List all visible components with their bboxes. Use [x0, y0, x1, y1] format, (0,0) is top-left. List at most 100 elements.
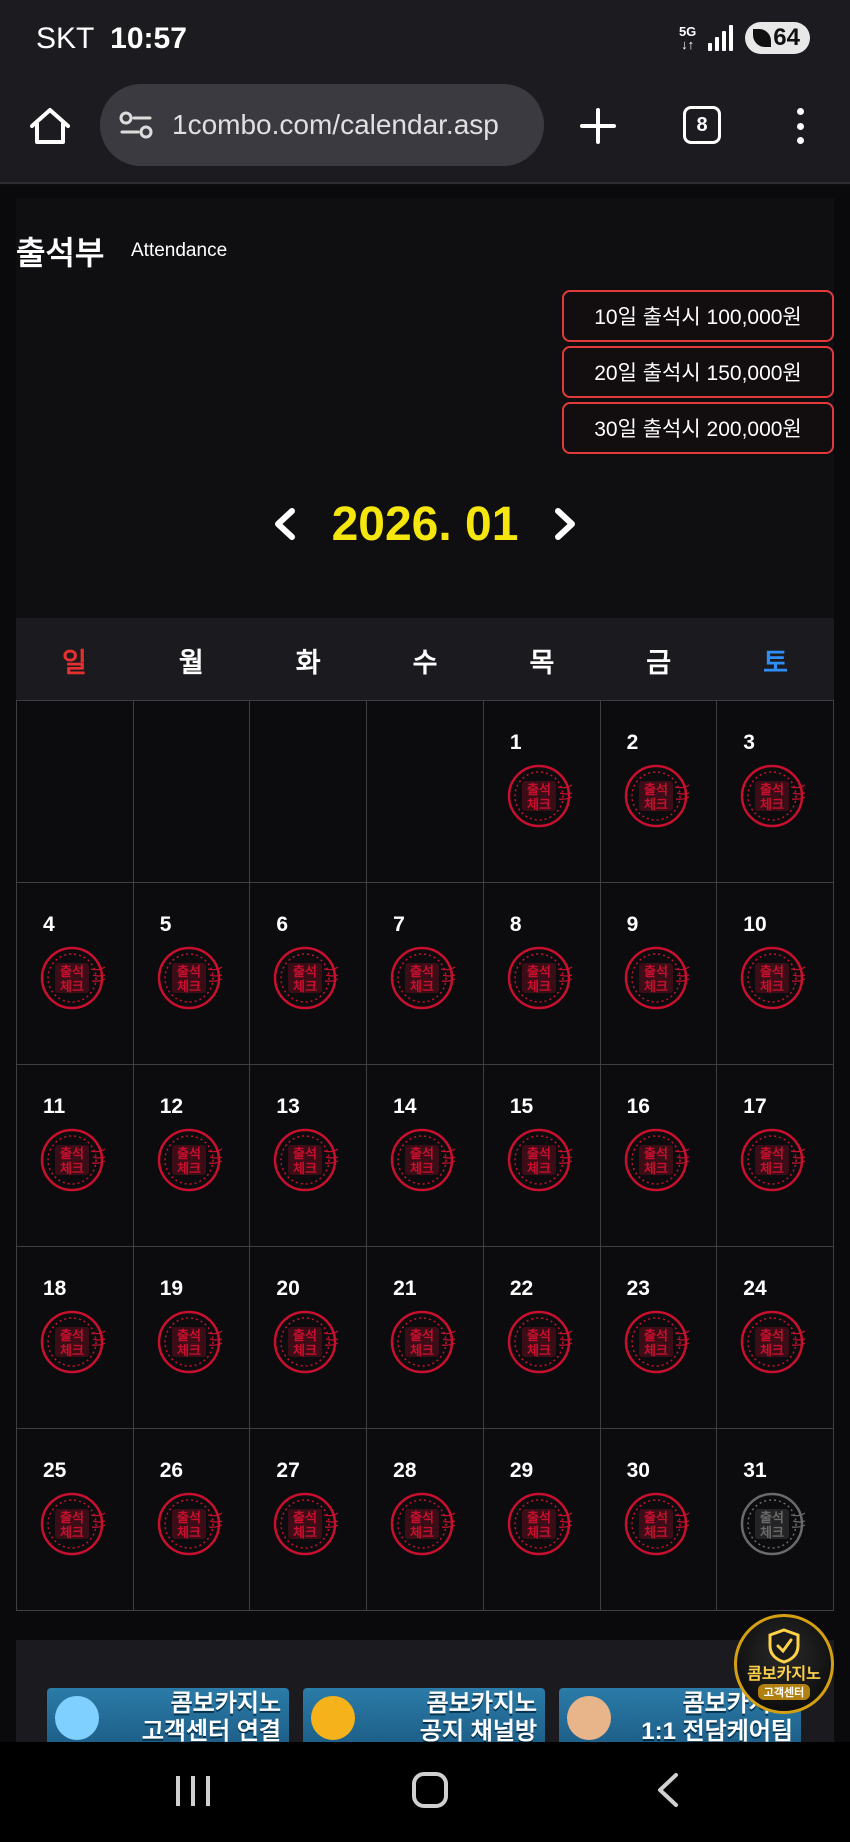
stamp-text: 출석	[293, 1328, 317, 1344]
calendar-day-21: 21 출석 체크	[367, 1247, 484, 1429]
day-number: 23	[626, 1277, 650, 1300]
attendance-stamp-icon: 출석체크	[274, 1492, 339, 1556]
status-left: SKT 10:57	[36, 22, 187, 56]
stamp-text: 체크	[760, 1162, 784, 1177]
attendance-stamp-icon: 출석체크	[741, 764, 806, 828]
attendance-stamp-icon: 출석체크	[624, 1492, 689, 1556]
stamp-text: 출석	[293, 1510, 317, 1526]
calendar-empty-cell	[250, 701, 368, 883]
more-options-icon[interactable]	[788, 104, 812, 148]
calendar-day-5: 5 출석 체크	[133, 883, 251, 1065]
day-number: 17	[743, 1095, 767, 1118]
weekday-sat: 토	[763, 647, 788, 678]
day-number: 13	[276, 1095, 300, 1118]
stamp-text: 출석	[527, 964, 551, 980]
calendar-day-25: 25 출석 체크	[17, 1429, 134, 1611]
stamp-text: 체크	[177, 980, 201, 995]
attendance-stamp-icon: 출석체크	[507, 764, 573, 828]
next-month-icon[interactable]	[552, 507, 578, 541]
stamp-text: 출석	[760, 782, 784, 798]
weekday-sun: 일	[62, 647, 87, 678]
day-number: 30	[626, 1459, 650, 1482]
day-number: 29	[509, 1459, 534, 1482]
attendance-stamp-icon: 출석체크	[157, 1128, 223, 1192]
stamp-text: 체크	[527, 1526, 551, 1541]
banner-customer-center[interactable]: 콤보카지노 고객센터 연결	[47, 1688, 289, 1742]
attendance-stamp-icon: 출석체크	[624, 764, 689, 828]
stamp-text: 체크	[527, 798, 551, 813]
calendar-day-1: 1 출석 체크	[483, 701, 601, 883]
attendance-stamp-icon: 출석체크	[274, 946, 339, 1010]
stamp-text: 체크	[293, 1162, 317, 1177]
attendance-stamp-icon: 출석체크	[507, 1492, 573, 1556]
network-icon: 5G ↓↑	[678, 24, 697, 52]
attendance-stamp-icon: 출석체크	[390, 1492, 456, 1556]
attendance-stamp-icon: 출석체크	[274, 1310, 339, 1374]
calendar-day-3: 3 출석 체크	[717, 701, 834, 883]
stamp-text: 체크	[410, 1526, 434, 1541]
attendance-stamp-icon: 출석체크	[507, 1310, 573, 1374]
stamp-text: 체크	[60, 980, 84, 995]
attendance-stamp-icon: 출석체크	[274, 1128, 339, 1192]
calendar-day-22: 22 출석 체크	[483, 1247, 601, 1429]
stamp-text: 체크	[177, 1162, 201, 1177]
new-tab-icon[interactable]	[578, 106, 618, 146]
stamp-text: 출석	[177, 964, 201, 980]
stamp-text: 출석	[293, 964, 317, 980]
banner-line2: 고객센터 연결	[141, 1718, 281, 1742]
day-number: 2	[626, 731, 639, 754]
status-bar: SKT 10:57 5G ↓↑ 64	[0, 0, 850, 80]
site-settings-icon[interactable]	[118, 107, 154, 143]
home-nav-icon[interactable]	[412, 1772, 448, 1808]
stamp-text: 출석	[644, 964, 668, 980]
day-number: 27	[276, 1459, 300, 1482]
attendance-stamp-icon: 출석체크	[390, 1128, 456, 1192]
calendar-day-14: 14 출석 체크	[367, 1065, 484, 1247]
stamp-text: 출석	[527, 1328, 551, 1344]
banner-text: 콤보카지노 고객센터 연결	[142, 1690, 281, 1742]
stamp-text: 체크	[177, 1344, 201, 1359]
day-number: 20	[276, 1277, 300, 1300]
prev-month-icon[interactable]	[272, 507, 298, 541]
stamp-text: 출석	[527, 1146, 551, 1162]
banner-line2: 1:1 전담케어팀	[641, 1718, 793, 1742]
day-number: 21	[393, 1277, 417, 1300]
day-number: 15	[509, 1095, 534, 1118]
day-number: 12	[159, 1095, 184, 1118]
day-number: 5	[159, 913, 172, 936]
calendar-day-12: 12 출석 체크	[133, 1065, 251, 1247]
banner-text: 콤보카지노 공지 채널방	[420, 1690, 537, 1742]
calendar-day-31: 31 출석 체크	[717, 1429, 834, 1611]
page-title: 출석부	[16, 235, 105, 271]
calendar-day-19: 19 출석 체크	[133, 1247, 251, 1429]
stamp-text: 출석	[527, 782, 551, 798]
calendar-day-18: 18 출석 체크	[17, 1247, 134, 1429]
day-number: 26	[159, 1459, 184, 1482]
attendance-stamp-icon: 출석체크	[741, 946, 806, 1010]
stamp-text: 체크	[410, 1344, 434, 1359]
reward-tier-10: 10일 출석시 100,000원	[562, 290, 834, 342]
stamp-text: 출석	[760, 1510, 784, 1526]
banner-line1: 콤보카지노	[426, 1690, 537, 1717]
calendar-day-23: 23 출석 체크	[600, 1247, 718, 1429]
stamp-text: 체크	[410, 980, 434, 995]
back-icon[interactable]	[654, 1772, 682, 1808]
home-icon[interactable]	[28, 104, 72, 148]
address-bar[interactable]: 1combo.com/calendar.asp	[100, 84, 544, 166]
recents-icon[interactable]	[176, 1776, 210, 1806]
shield-icon	[768, 1628, 800, 1664]
banner-notice-channel[interactable]: 콤보카지노 공지 채널방	[303, 1688, 545, 1742]
stamp-text: 체크	[527, 1344, 551, 1359]
tab-switcher-button[interactable]: 8	[683, 106, 721, 144]
page-content: 출석부 Attendance 10일 출석시 100,000원 20일 출석시 …	[0, 186, 850, 1742]
stamp-text: 출석	[760, 964, 784, 980]
calendar-day-27: 27 출석 체크	[250, 1429, 368, 1611]
floating-support-button[interactable]: 콤보카지노 고객센터	[734, 1614, 834, 1714]
page-subtitle: Attendance	[131, 240, 228, 261]
attendance-stamp-icon: 출석체크	[507, 1128, 573, 1192]
day-number: 28	[393, 1459, 417, 1482]
stamp-text: 체크	[293, 1526, 317, 1541]
day-number: 8	[509, 913, 522, 936]
calendar-day-4: 4 출석 체크	[17, 883, 134, 1065]
calendar-empty-cell	[17, 701, 134, 883]
